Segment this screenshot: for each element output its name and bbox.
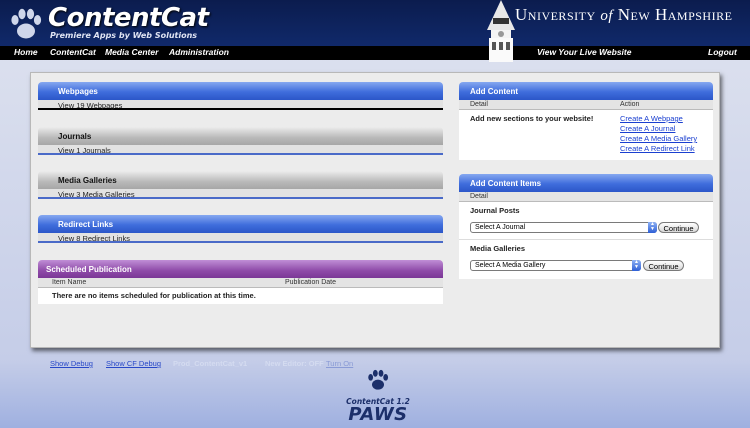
select-arrows-icon: ▲ ▼ — [632, 260, 641, 271]
view-journals-link[interactable]: View 1 Journals — [38, 145, 443, 155]
paws-logo: ContentCat 1.2 PAWS — [345, 368, 411, 426]
media-galleries-title: Media Galleries — [38, 171, 443, 189]
show-debug-link[interactable]: Show Debug — [50, 359, 93, 368]
university-name-part3: New Hampshire — [617, 5, 733, 24]
nav-home[interactable]: Home — [14, 47, 38, 57]
nav-logout[interactable]: Logout — [708, 47, 737, 57]
add-items-body: Journal Posts Select A Journal ▲ ▼ Contin… — [459, 202, 713, 279]
scheduled-table-header: Item Name Publication Date — [38, 278, 443, 288]
col-detail: Detail — [470, 101, 488, 108]
webpages-box: Webpages View 19 Webpages — [38, 82, 443, 110]
create-journal-link[interactable]: Create A Journal — [620, 124, 675, 133]
create-redirect-link-link[interactable]: Create A Redirect Link — [620, 144, 695, 153]
app-header: ContentCat Premiere Apps by Web Solution… — [0, 0, 750, 62]
journals-box: Journals View 1 Journals — [38, 127, 443, 155]
add-content-items-box: Add Content Items Detail Journal Posts S… — [459, 174, 713, 279]
journals-title: Journals — [38, 127, 443, 145]
app-tagline: Premiere Apps by Web Solutions — [50, 31, 198, 40]
add-content-title: Add Content — [459, 82, 713, 100]
paw-logo-icon — [11, 8, 42, 39]
add-items-table-header: Detail — [459, 192, 713, 202]
paw-icon — [368, 369, 389, 390]
turn-on-editor-link[interactable]: Turn On — [326, 359, 353, 368]
redirect-links-box: Redirect Links View 8 Redirect Links — [38, 215, 443, 243]
main-nav: Home ContentCat Media Center Administrat… — [0, 46, 750, 60]
environment-label: Prod_ContentCat_v1 — [173, 359, 248, 368]
university-name-part1: University — [515, 5, 596, 24]
select-arrows-icon: ▲ ▼ — [648, 222, 657, 233]
view-redirect-links-link[interactable]: View 8 Redirect Links — [38, 233, 443, 243]
media-galleries-label: Media Galleries — [470, 244, 526, 253]
col-detail-items: Detail — [470, 193, 488, 200]
view-media-galleries-link[interactable]: View 3 Media Galleries — [38, 189, 443, 199]
row-divider — [459, 239, 713, 240]
media-continue-button[interactable]: Continue — [643, 260, 684, 271]
add-content-body: Add new sections to your website! Create… — [459, 110, 713, 160]
create-webpage-link[interactable]: Create A Webpage — [620, 114, 683, 123]
journal-posts-label: Journal Posts — [470, 206, 520, 215]
add-content-box: Add Content Detail Action Add new sectio… — [459, 82, 713, 160]
nav-media-center[interactable]: Media Center — [105, 47, 158, 57]
scheduled-publication-title: Scheduled Publication — [38, 260, 443, 278]
dashboard-panel: Webpages View 19 Webpages Journals View … — [30, 72, 720, 348]
webpages-title: Webpages — [38, 82, 443, 100]
scheduled-publication-box: Scheduled Publication Item Name Publicat… — [38, 260, 443, 304]
app-title: ContentCat — [48, 3, 209, 33]
col-publication-date: Publication Date — [285, 279, 336, 286]
media-gallery-select-value: Select A Media Gallery — [475, 262, 546, 269]
scheduled-empty-message: There are no items scheduled for publica… — [38, 288, 443, 304]
new-editor-status: New Editor: OFF — [265, 359, 324, 368]
add-content-detail: Add new sections to your website! — [470, 114, 594, 123]
journal-select[interactable]: Select A Journal ▲ ▼ — [470, 222, 657, 233]
view-webpages-link[interactable]: View 19 Webpages — [38, 100, 443, 110]
paws-title: PAWS — [348, 404, 408, 425]
university-name-part2: of — [600, 8, 614, 24]
show-cf-debug-link[interactable]: Show CF Debug — [106, 359, 161, 368]
clock-tower-icon — [487, 0, 515, 62]
add-content-items-title: Add Content Items — [459, 174, 713, 192]
add-content-table-header: Detail Action — [459, 100, 713, 110]
media-galleries-box: Media Galleries View 3 Media Galleries — [38, 171, 443, 199]
nav-contentcat[interactable]: ContentCat — [50, 47, 96, 57]
nav-administration[interactable]: Administration — [169, 47, 229, 57]
journal-continue-button[interactable]: Continue — [658, 222, 699, 233]
col-action: Action — [620, 101, 640, 108]
col-item-name: Item Name — [52, 279, 87, 286]
journal-select-value: Select A Journal — [475, 224, 526, 231]
university-name: University of New Hampshire — [515, 5, 732, 25]
nav-view-live-website[interactable]: View Your Live Website — [537, 47, 631, 57]
redirect-links-title: Redirect Links — [38, 215, 443, 233]
create-media-gallery-link[interactable]: Create A Media Gallery — [620, 134, 697, 143]
media-gallery-select[interactable]: Select A Media Gallery ▲ ▼ — [470, 260, 641, 271]
